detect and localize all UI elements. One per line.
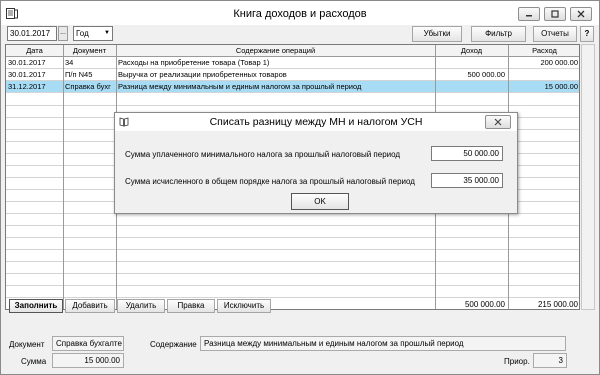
priority-field[interactable]: 3 (533, 353, 567, 368)
row-divider (6, 297, 579, 298)
reports-button[interactable]: Отчеты (533, 26, 577, 42)
chevron-down-icon: ▼ (104, 30, 110, 36)
table-row-selected[interactable]: 31.12.2017 Справка бухг Разница между ми… (6, 81, 579, 93)
window-title: Книга доходов и расходов (233, 8, 367, 20)
dialog-close-button[interactable] (485, 115, 511, 129)
help-button[interactable]: ? (580, 26, 594, 42)
paid-min-tax-label: Сумма уплаченного минимального налога за… (125, 150, 401, 159)
title-bar: Книга доходов и расходов (1, 1, 599, 25)
table-row[interactable]: 30.01.2017 П/п N45 Выручка от реализации… (6, 69, 579, 81)
ok-button[interactable]: OK (291, 193, 349, 210)
dialog-title: Списать разницу между МН и налогом УСН (209, 116, 423, 128)
delete-button[interactable]: Удалить (117, 299, 165, 313)
minimize-button[interactable] (518, 7, 540, 21)
cell-content: Выручка от реализации приобретенных това… (118, 70, 287, 79)
close-button[interactable] (570, 7, 592, 21)
header-content: Содержание операций (235, 46, 316, 55)
calculated-tax-label: Сумма исчисленного в общем порядке налог… (125, 177, 415, 186)
row-divider (6, 273, 579, 274)
close-icon (494, 118, 502, 126)
cell-expense: 200 000.00 (540, 58, 578, 67)
header-document: Документ (72, 46, 107, 55)
losses-button[interactable]: Убытки (412, 26, 462, 42)
column-divider (63, 45, 64, 309)
edit-button[interactable]: Правка (167, 299, 215, 313)
sum-field[interactable]: 15 000.00 (52, 353, 124, 368)
period-select[interactable]: Год ▼ (73, 26, 113, 41)
row-divider (6, 285, 579, 286)
cell-date: 31.12.2017 (8, 82, 46, 91)
row-divider (6, 237, 579, 238)
cell-date: 30.01.2017 (8, 70, 46, 79)
sum-label: Сумма (21, 357, 47, 366)
cell-content: Разница между минимальным и единым налог… (118, 82, 362, 91)
document-label: Документ (9, 340, 45, 349)
cell-document: Справка бухг (65, 82, 111, 91)
header-date: Дата (26, 46, 43, 55)
header-income: Доход (460, 46, 483, 55)
date-picker-button[interactable]: ... (58, 26, 68, 41)
content-field[interactable]: Разница между минимальным и единым налог… (200, 336, 566, 351)
cell-document: 34 (65, 58, 74, 67)
dialog-title-bar: Списать разницу между МН и налогом УСН (115, 113, 517, 131)
fill-button[interactable]: Заполнить (9, 299, 63, 313)
priority-label: Приор. (504, 357, 530, 366)
maximize-button[interactable] (544, 7, 566, 21)
total-expense: 215 000.00 (537, 300, 578, 309)
toolbar: 30.01.2017 ... Год ▼ Убытки Фильтр Отчет… (1, 25, 599, 44)
calculated-tax-input[interactable]: 35 000.00 (431, 173, 503, 188)
cell-content: Расходы на приобретение товара (Товар 1) (118, 58, 270, 67)
minimize-icon (526, 15, 532, 17)
content-label: Содержание (150, 340, 197, 349)
exclude-button[interactable]: Исключить (217, 299, 271, 313)
vertical-scrollbar[interactable] (581, 44, 595, 310)
period-select-value: Год (76, 29, 89, 38)
close-icon (577, 10, 585, 18)
row-divider (6, 249, 579, 250)
document-field[interactable]: Справка бухгалте (52, 336, 124, 351)
maximize-icon (551, 10, 559, 18)
paid-min-tax-input[interactable]: 50 000.00 (431, 146, 503, 161)
total-income: 500 000.00 (464, 300, 505, 309)
row-divider (6, 261, 579, 262)
main-window: Книга доходов и расходов 30.01.2017 ... … (0, 0, 600, 375)
cell-income: 500 000.00 (467, 70, 505, 79)
row-divider (6, 105, 579, 106)
table-row[interactable]: 30.01.2017 34 Расходы на приобретение то… (6, 57, 579, 69)
write-off-dialog: Списать разницу между МН и налогом УСН С… (114, 112, 518, 214)
table-header: Дата Документ Содержание операций Доход … (6, 45, 579, 57)
cell-expense: 15 000.00 (544, 82, 578, 91)
add-button[interactable]: Добавить (65, 299, 115, 313)
row-divider (6, 225, 579, 226)
date-input[interactable]: 30.01.2017 (7, 26, 57, 41)
cell-date: 30.01.2017 (8, 58, 46, 67)
cell-document: П/п N45 (65, 70, 93, 79)
filter-button[interactable]: Фильтр (471, 26, 526, 42)
header-expense: Расход (532, 46, 557, 55)
